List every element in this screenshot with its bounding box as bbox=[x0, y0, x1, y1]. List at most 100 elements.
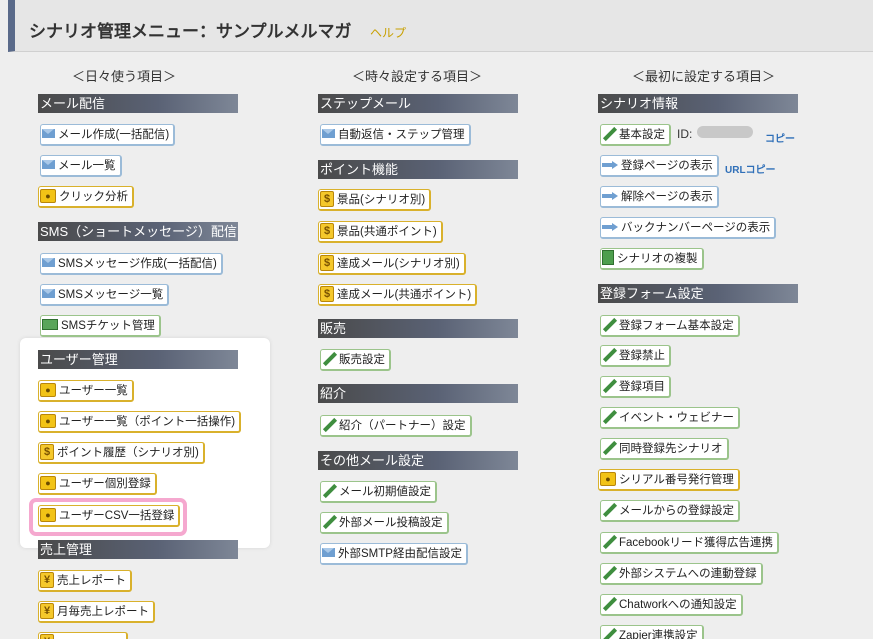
pencil-icon bbox=[602, 127, 616, 141]
arrow-right-icon bbox=[602, 191, 618, 200]
page-header: シナリオ管理メニュー：サンプルメルマガ ヘルプ bbox=[8, 0, 873, 52]
mail-icon bbox=[322, 129, 335, 139]
pencil-icon bbox=[602, 503, 616, 517]
basic-settings-button[interactable]: 基本設定 bbox=[600, 124, 671, 146]
show-backnumber-button[interactable]: バックナンバーページの表示 bbox=[600, 217, 777, 239]
users-icon: ● bbox=[40, 413, 56, 428]
achievement-scenario-button[interactable]: $ 達成メール(シナリオ別) bbox=[318, 253, 466, 275]
register-ban-button[interactable]: 登録禁止 bbox=[600, 345, 671, 367]
register-fields-button[interactable]: 登録項目 bbox=[600, 376, 671, 398]
pencil-icon bbox=[602, 597, 616, 611]
dollar-icon: $ bbox=[40, 443, 54, 460]
pencil-icon bbox=[602, 379, 616, 393]
pencil-icon bbox=[602, 410, 616, 424]
scenario-id-label: ID: bbox=[677, 127, 693, 141]
serial-number-button[interactable]: ● シリアル番号発行管理 bbox=[598, 469, 740, 491]
referral-partner-button[interactable]: 紹介（パートナー）設定 bbox=[320, 415, 472, 437]
document-icon bbox=[602, 250, 614, 266]
pencil-icon bbox=[322, 352, 336, 366]
highlight-frame bbox=[29, 498, 187, 536]
users-icon: ● bbox=[40, 382, 56, 397]
pencil-icon bbox=[602, 566, 616, 580]
mail-icon bbox=[42, 129, 55, 139]
mail-icon bbox=[42, 289, 55, 299]
users-icon: ● bbox=[40, 188, 56, 203]
scenario-id-redacted bbox=[697, 126, 753, 138]
prize-scenario-button[interactable]: $ 景品(シナリオ別) bbox=[318, 189, 432, 211]
page-title: シナリオ管理メニュー：サンプルメルマガ bbox=[29, 22, 352, 41]
mail-icon bbox=[322, 548, 335, 558]
pencil-icon bbox=[322, 484, 336, 498]
mail-icon bbox=[42, 258, 55, 268]
users-icon: ● bbox=[600, 471, 616, 486]
sms-create-button[interactable]: SMSメッセージ作成(一括配信) bbox=[40, 253, 223, 275]
form-basic-button[interactable]: 登録フォーム基本設定 bbox=[600, 315, 740, 337]
section-sms-delivery: SMS（ショートメッセージ）配信 bbox=[38, 222, 238, 241]
mail-create-button[interactable]: メール作成(一括配信) bbox=[40, 124, 176, 146]
external-smtp-button[interactable]: 外部SMTP経由配信設定 bbox=[320, 543, 468, 565]
help-link[interactable]: ヘルプ bbox=[370, 24, 406, 41]
dollar-icon: $ bbox=[320, 254, 334, 271]
column-title-occasional: ＜時々設定する項目＞ bbox=[352, 69, 483, 84]
copy-id-link[interactable]: コピー bbox=[765, 130, 795, 145]
mail-list-button[interactable]: メール一覧 bbox=[40, 155, 122, 177]
pencil-icon bbox=[322, 515, 336, 529]
arrow-right-icon bbox=[602, 222, 618, 231]
pencil-icon bbox=[602, 318, 616, 332]
click-analysis-button[interactable]: ● クリック分析 bbox=[38, 186, 134, 208]
section-step-mail: ステップメール bbox=[318, 94, 518, 113]
show-register-button[interactable]: 登録ページの表示 bbox=[600, 155, 719, 177]
user-list-points-button[interactable]: ● ユーザー一覧（ポイント一括操作) bbox=[38, 411, 242, 433]
sales-report-button[interactable]: ¥ 売上レポート bbox=[38, 570, 132, 592]
arrow-right-icon bbox=[602, 160, 618, 169]
sms-list-button[interactable]: SMSメッセージ一覧 bbox=[40, 284, 170, 306]
zapier-button[interactable]: Zapier連携設定 bbox=[600, 625, 704, 639]
section-other-mail: その他メール設定 bbox=[318, 451, 518, 470]
section-form-settings: 登録フォーム設定 bbox=[598, 284, 798, 303]
dollar-icon: $ bbox=[320, 222, 334, 239]
prize-common-button[interactable]: $ 景品(共通ポイント) bbox=[318, 221, 443, 243]
mail-initial-button[interactable]: メール初期値設定 bbox=[320, 481, 437, 503]
event-webinar-button[interactable]: イベント・ウェビナー bbox=[600, 407, 740, 429]
point-history-button[interactable]: $ ポイント履歴（シナリオ別) bbox=[38, 442, 205, 464]
yen-icon: ¥ bbox=[40, 571, 54, 588]
pencil-icon bbox=[602, 441, 616, 455]
chatwork-button[interactable]: Chatworkへの通知設定 bbox=[600, 594, 743, 616]
section-user-management: ユーザー管理 bbox=[38, 350, 238, 369]
pencil-icon bbox=[602, 535, 616, 549]
achievement-common-button[interactable]: $ 達成メール(共通ポイント) bbox=[318, 284, 478, 306]
duplicate-scenario-button[interactable]: シナリオの複製 bbox=[600, 248, 704, 270]
section-mail-delivery: メール配信 bbox=[38, 94, 238, 113]
pencil-icon bbox=[602, 348, 616, 362]
section-scenario-info: シナリオ情報 bbox=[598, 94, 798, 113]
pencil-icon bbox=[602, 628, 616, 639]
simultaneous-register-button[interactable]: 同時登録先シナリオ bbox=[600, 438, 729, 460]
user-register-button[interactable]: ● ユーザー個別登録 bbox=[38, 473, 157, 495]
dollar-icon: $ bbox=[320, 285, 334, 302]
partial-sales-button[interactable]: ¥ bbox=[38, 632, 128, 639]
monthly-report-button[interactable]: ¥ 月毎売上レポート bbox=[38, 601, 155, 623]
pencil-icon bbox=[322, 418, 336, 432]
external-system-button[interactable]: 外部システムへの連動登録 bbox=[600, 563, 763, 585]
section-sales: 販売 bbox=[318, 319, 518, 338]
facebook-ads-button[interactable]: Facebookリード獲得広告連携 bbox=[600, 532, 780, 554]
column-title-initial: ＜最初に設定する項目＞ bbox=[632, 69, 776, 84]
ticket-icon bbox=[42, 319, 58, 331]
from-mail-button[interactable]: メールからの登録設定 bbox=[600, 500, 740, 522]
section-sales-management: 売上管理 bbox=[38, 540, 238, 559]
yen-icon: ¥ bbox=[40, 633, 54, 639]
external-post-button[interactable]: 外部メール投稿設定 bbox=[320, 512, 449, 534]
column-title-daily: ＜日々使う項目＞ bbox=[72, 69, 177, 84]
show-cancel-button[interactable]: 解除ページの表示 bbox=[600, 186, 719, 208]
sms-ticket-button[interactable]: SMSチケット管理 bbox=[40, 315, 161, 337]
section-point: ポイント機能 bbox=[318, 160, 518, 179]
user-list-button[interactable]: ● ユーザー一覧 bbox=[38, 380, 134, 402]
users-icon: ● bbox=[40, 475, 56, 490]
section-referral: 紹介 bbox=[318, 384, 518, 403]
sales-settings-button[interactable]: 販売設定 bbox=[320, 349, 391, 371]
url-copy-link[interactable]: URLコピー bbox=[725, 161, 776, 176]
autoreply-step-button[interactable]: 自動返信・ステップ管理 bbox=[320, 124, 471, 146]
dollar-icon: $ bbox=[320, 190, 334, 207]
yen-icon: ¥ bbox=[40, 602, 54, 619]
mail-icon bbox=[42, 160, 55, 170]
